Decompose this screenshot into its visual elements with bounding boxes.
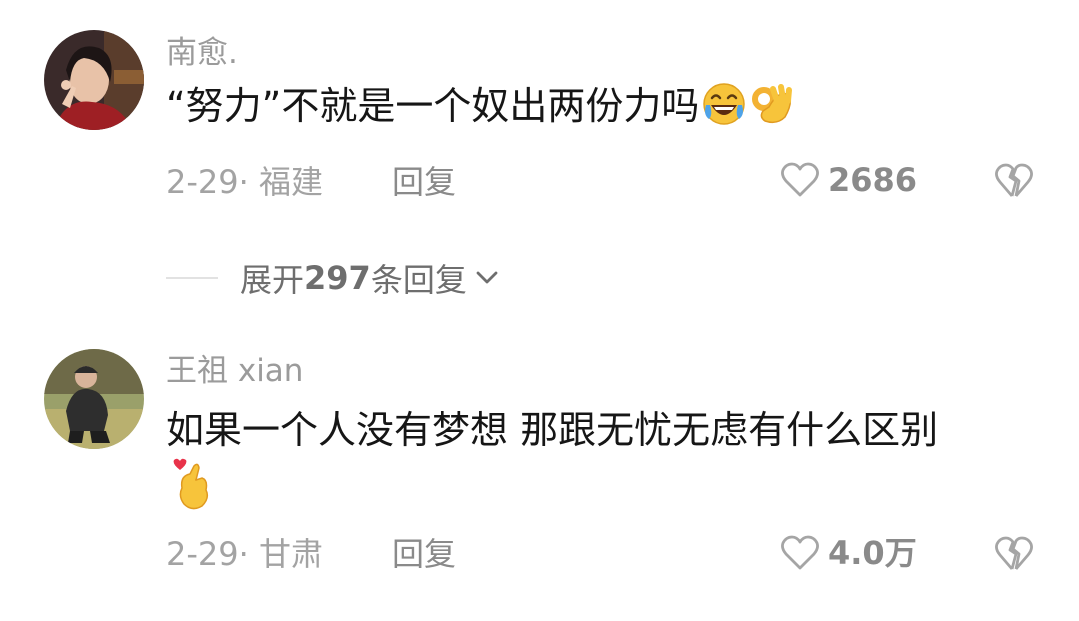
heart-outline-icon (781, 535, 819, 570)
expand-replies-row: 展开 297 条回复 (166, 256, 499, 300)
expand-replies-button[interactable]: 展开 297 条回复 (240, 255, 499, 301)
ok-hand-emoji (752, 84, 793, 124)
chevron-down-icon (476, 271, 498, 284)
comment-text-content: “努力”不就是一个奴出两份力吗 (166, 84, 700, 128)
like-count: 2686 (828, 161, 918, 199)
like-button[interactable]: 2686 (780, 162, 917, 198)
expand-replies-suffix: 条回复 (370, 261, 467, 299)
username[interactable]: 王祖 xian (166, 356, 303, 387)
username[interactable]: 南愈. (166, 38, 238, 69)
broken-heart-icon (995, 536, 1033, 570)
rolling-laughing-emoji (703, 83, 746, 125)
comment-text-content: 如果一个人没有梦想 那跟无忧无虑有什么区别 (166, 408, 939, 452)
expand-replies-prefix: 展开 (240, 261, 305, 299)
finger-heart-emoji (173, 458, 209, 510)
expand-divider-line (166, 277, 218, 279)
avatar[interactable] (44, 349, 144, 449)
avatar-image-2 (44, 349, 144, 449)
avatar[interactable] (44, 30, 144, 130)
comment-date-location: 2-29· 甘肃 (166, 535, 323, 573)
dislike-button[interactable] (994, 536, 1034, 576)
reply-button[interactable]: 回复 (392, 166, 456, 198)
comment-text: “努力”不就是一个奴出两份力吗 (166, 78, 1039, 134)
like-button[interactable]: 4.0万 (780, 535, 917, 571)
expand-replies-count: 297 (304, 259, 371, 297)
dislike-button[interactable] (994, 163, 1034, 203)
comment-date-location: 2-29· 福建 (166, 163, 323, 201)
broken-heart-icon (995, 163, 1033, 197)
comment-text: 如果一个人没有梦想 那跟无忧无虑有什么区别 (166, 402, 1039, 458)
like-count: 4.0万 (828, 534, 917, 572)
heart-outline-icon (781, 162, 819, 197)
avatar-image-1 (44, 30, 144, 130)
reply-button[interactable]: 回复 (392, 538, 456, 570)
